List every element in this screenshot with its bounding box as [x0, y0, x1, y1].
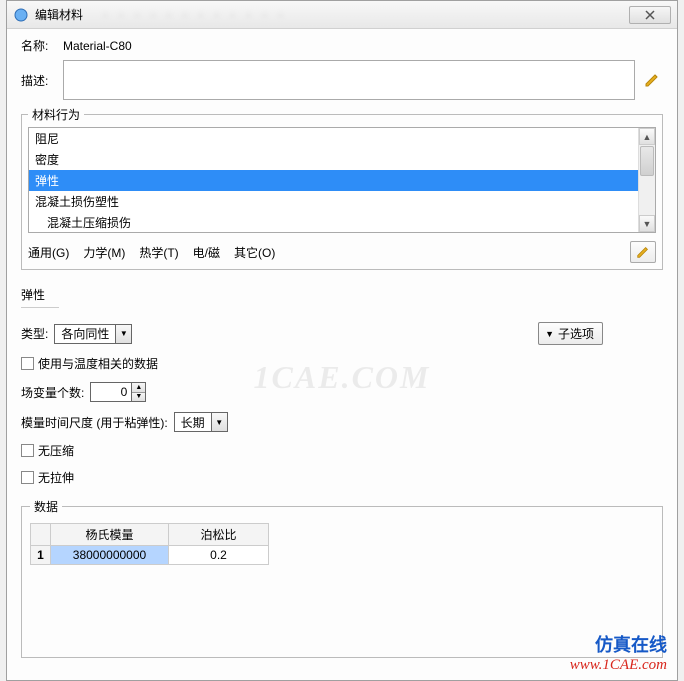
- behavior-item-cdp[interactable]: 混凝土损伤塑性: [29, 191, 655, 212]
- modulus-time-label: 模量时间尺度 (用于粘弹性):: [21, 414, 168, 431]
- name-row: 名称: Material-C80: [21, 37, 663, 54]
- modulus-time-value: 长期: [175, 414, 211, 431]
- description-row: 描述:: [21, 60, 663, 100]
- menubar-blur: · · · · · · · · · · · ·: [103, 7, 287, 22]
- row-index[interactable]: 1: [31, 546, 51, 565]
- no-tension-row: 无拉伸: [21, 469, 663, 486]
- window-title: 编辑材料: [35, 6, 83, 23]
- behavior-item-damping[interactable]: 阻尼: [29, 128, 655, 149]
- dialog-window: 编辑材料 · · · · · · · · · · · · 1CAE.COM 名称…: [6, 0, 678, 681]
- material-behavior-legend: 材料行为: [28, 106, 84, 123]
- col-youngs-modulus[interactable]: 杨氏模量: [51, 524, 169, 546]
- use-temp-row: 使用与温度相关的数据: [21, 355, 663, 372]
- tab-mechanical[interactable]: 力学(M): [83, 244, 125, 261]
- footer-brand: 仿真在线 www.1CAE.com: [570, 631, 667, 674]
- use-temp-checkbox[interactable]: [21, 357, 34, 370]
- name-value: Material-C80: [63, 39, 132, 53]
- tab-general[interactable]: 通用(G): [28, 244, 69, 261]
- no-compression-checkbox[interactable]: [21, 444, 34, 457]
- data-group: 数据 杨氏模量 泊松比 1 38000000000 0.2: [21, 498, 663, 658]
- description-input[interactable]: [63, 60, 635, 100]
- use-temp-label: 使用与温度相关的数据: [38, 355, 158, 372]
- field-vars-label: 场变量个数:: [21, 384, 84, 401]
- section-title: 弹性: [21, 286, 59, 308]
- tab-em[interactable]: 电/磁: [193, 244, 220, 261]
- titlebar: 编辑材料 · · · · · · · · · · · ·: [7, 1, 677, 29]
- brand-zh: 仿真在线: [570, 631, 667, 657]
- name-label: 名称:: [21, 37, 59, 54]
- close-icon: [645, 10, 655, 20]
- field-vars-row: 场变量个数: ▲ ▼: [21, 382, 663, 402]
- elastic-form: 类型: 各向同性 ▼ ▼ 子选项 使用与温度相关的数据 场变量个数:: [21, 322, 663, 658]
- type-select[interactable]: 各向同性 ▼: [54, 324, 132, 344]
- sub-option-label: 子选项: [558, 325, 594, 342]
- app-icon: [13, 7, 29, 23]
- brand-url: www.1CAE.com: [570, 657, 667, 674]
- scroll-thumb[interactable]: [640, 146, 654, 176]
- no-compression-row: 无压缩: [21, 442, 663, 459]
- modulus-time-select[interactable]: 长期 ▼: [174, 412, 228, 432]
- type-value: 各向同性: [55, 325, 115, 342]
- type-label: 类型:: [21, 325, 48, 342]
- cell-youngs-modulus[interactable]: 38000000000: [51, 546, 169, 565]
- description-label: 描述:: [21, 72, 59, 89]
- modulus-time-row: 模量时间尺度 (用于粘弹性): 长期 ▼: [21, 412, 663, 432]
- table-row[interactable]: 1 38000000000 0.2: [31, 546, 269, 565]
- field-vars-spinner[interactable]: ▲ ▼: [90, 382, 146, 402]
- data-legend: 数据: [30, 498, 62, 515]
- table-header-row: 杨氏模量 泊松比: [31, 524, 269, 546]
- no-compression-label: 无压缩: [38, 442, 74, 459]
- dialog-content: 1CAE.COM 名称: Material-C80 描述: 材料行为 阻尼 密度…: [7, 29, 677, 680]
- no-tension-label: 无拉伸: [38, 469, 74, 486]
- scroll-up-button[interactable]: ▲: [639, 128, 655, 145]
- tab-thermal[interactable]: 热学(T): [139, 244, 178, 261]
- tab-other[interactable]: 其它(O): [234, 244, 275, 261]
- type-row: 类型: 各向同性 ▼ ▼ 子选项: [21, 322, 663, 345]
- sub-option-button[interactable]: ▼ 子选项: [538, 322, 603, 345]
- col-poisson-ratio[interactable]: 泊松比: [169, 524, 269, 546]
- cell-poisson-ratio[interactable]: 0.2: [169, 546, 269, 565]
- edit-description-button[interactable]: [641, 69, 663, 91]
- chevron-down-icon: ▼: [115, 325, 131, 343]
- spinner-up[interactable]: ▲: [132, 383, 145, 393]
- behavior-listbox[interactable]: 阻尼 密度 弹性 混凝土损伤塑性 混凝土压缩损伤 ▲ ▼: [28, 127, 656, 233]
- table-corner: [31, 524, 51, 546]
- edit-behavior-button[interactable]: [630, 241, 656, 263]
- category-tabs: 通用(G) 力学(M) 热学(T) 电/磁 其它(O): [28, 241, 656, 263]
- material-behavior-group: 材料行为 阻尼 密度 弹性 混凝土损伤塑性 混凝土压缩损伤 ▲ ▼ 通用(G) …: [21, 106, 663, 270]
- behavior-item-compression-damage[interactable]: 混凝土压缩损伤: [29, 212, 655, 233]
- chevron-down-icon: ▼: [211, 413, 227, 431]
- spinner-down[interactable]: ▼: [132, 393, 145, 402]
- chevron-down-icon: ▼: [545, 329, 554, 339]
- pencil-icon: [644, 72, 660, 88]
- listbox-scrollbar[interactable]: ▲ ▼: [638, 128, 655, 232]
- data-table[interactable]: 杨氏模量 泊松比 1 38000000000 0.2: [30, 523, 269, 565]
- close-button[interactable]: [629, 6, 671, 24]
- pencil-icon: [636, 245, 650, 259]
- behavior-item-density[interactable]: 密度: [29, 149, 655, 170]
- behavior-item-elasticity[interactable]: 弹性: [29, 170, 655, 191]
- field-vars-input[interactable]: [91, 383, 131, 401]
- scroll-down-button[interactable]: ▼: [639, 215, 655, 232]
- no-tension-checkbox[interactable]: [21, 471, 34, 484]
